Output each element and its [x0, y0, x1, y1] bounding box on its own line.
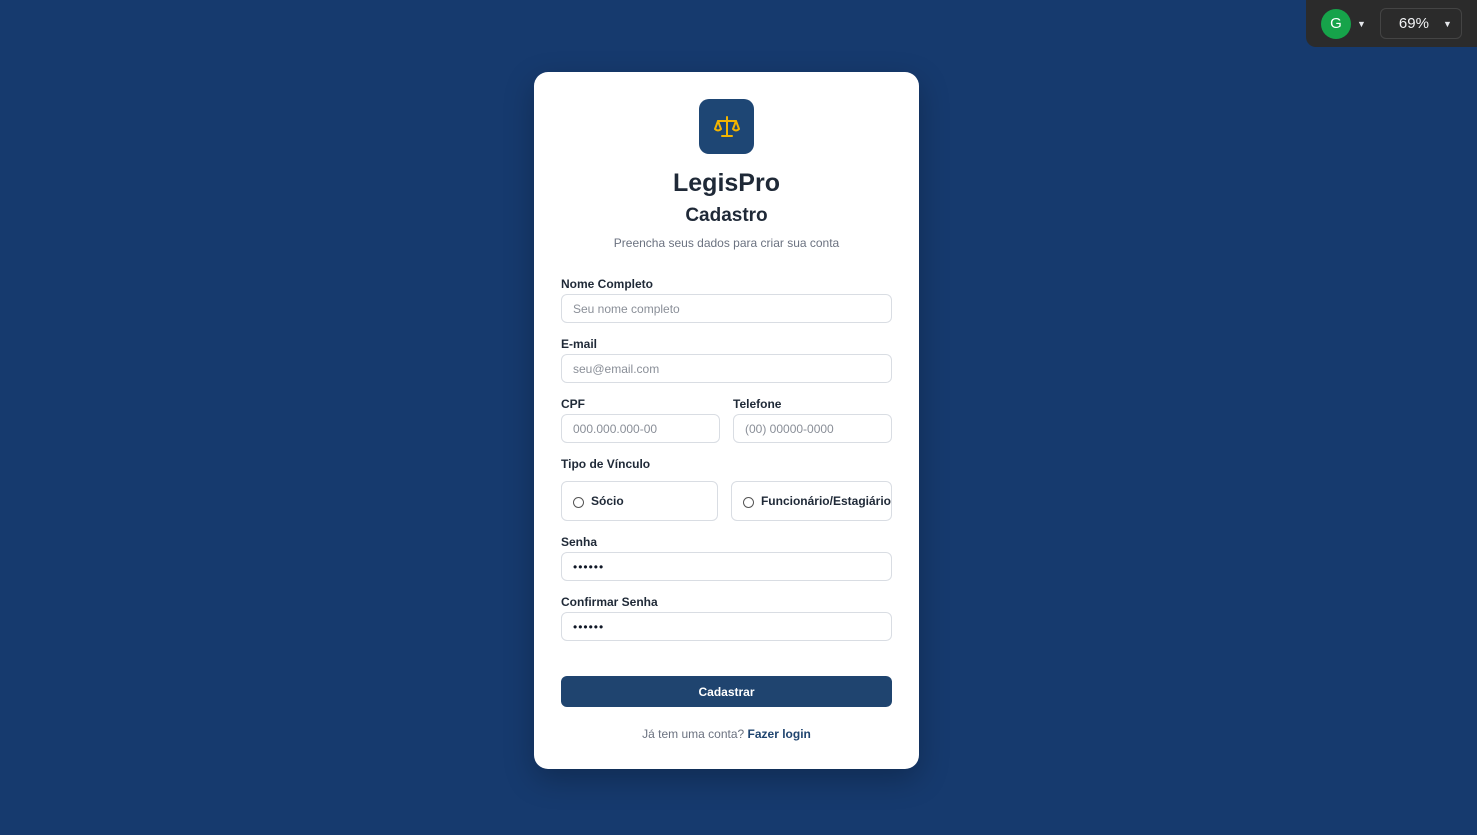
account-avatar[interactable]: G — [1321, 8, 1351, 39]
email-label: E-mail — [561, 337, 598, 351]
scales-of-justice-icon — [699, 99, 754, 154]
cpf-label: CPF — [561, 397, 585, 411]
chevron-down-icon[interactable]: ▼ — [1357, 19, 1366, 29]
radio-label: Sócio — [591, 494, 624, 508]
signup-card: LegisPro Cadastro Preencha seus dados pa… — [534, 72, 919, 769]
phone-label: Telefone — [733, 397, 782, 411]
radio-option-funcionario[interactable]: Funcionário/Estagiário — [731, 481, 892, 521]
browser-toolbar: G ▼ 69% ▼ — [1306, 0, 1477, 47]
radio-label: Funcionário/Estagiário — [760, 494, 891, 508]
radio-button[interactable] — [573, 496, 584, 508]
full-name-label: Nome Completo — [561, 277, 654, 291]
page-subtitle: Preencha seus dados para criar sua conta — [613, 236, 840, 250]
full-name-input[interactable] — [561, 294, 892, 323]
zoom-level: 69% — [1398, 15, 1429, 32]
radio-option-socio[interactable]: Sócio — [561, 481, 718, 521]
login-prompt-text: Já tem uma conta? — [642, 727, 745, 741]
confirm-password-input[interactable] — [561, 612, 892, 641]
cpf-input[interactable] — [561, 414, 720, 443]
bond-type-label: Tipo de Vínculo — [561, 457, 651, 471]
password-label: Senha — [561, 535, 598, 549]
chevron-down-icon: ▼ — [1443, 18, 1452, 29]
zoom-selector[interactable]: 69% ▼ — [1379, 8, 1462, 39]
radio-button[interactable] — [743, 496, 754, 508]
password-input[interactable] — [561, 552, 892, 581]
email-input[interactable] — [561, 354, 892, 383]
page-title: Cadastro — [685, 205, 768, 226]
phone-input[interactable] — [733, 414, 892, 443]
login-prompt: Já tem uma conta? Fazer login — [534, 727, 919, 741]
brand-name: LegisPro — [673, 169, 780, 197]
submit-button[interactable]: Cadastrar — [561, 676, 892, 707]
confirm-password-label: Confirmar Senha — [561, 595, 658, 609]
login-link[interactable]: Fazer login — [748, 727, 811, 741]
